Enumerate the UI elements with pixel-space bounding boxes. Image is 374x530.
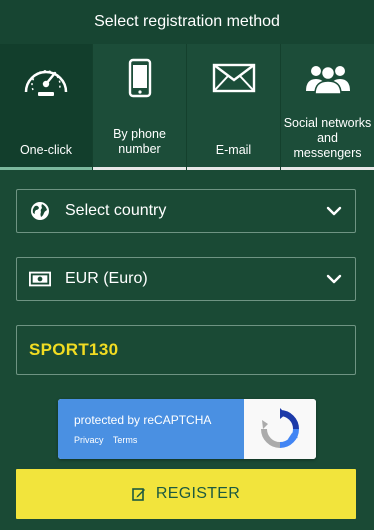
recaptcha-title: protected by reCAPTCHA [74,413,212,427]
tab-label: One-click [19,143,73,157]
tab-underline [187,167,280,170]
tab-underline [93,167,186,170]
banknote-icon [29,268,51,290]
recaptcha-privacy-link[interactable]: Privacy [74,435,104,445]
register-label: REGISTER [155,485,241,502]
tab-email[interactable]: E-mail [187,44,281,170]
country-value: Select country [65,202,167,219]
recaptcha-badge: protected by reCAPTCHA Privacy Terms [58,399,244,459]
tab-underline [281,167,374,170]
tab-one-click[interactable]: One-click [0,44,93,170]
registration-header: Select registration method [0,0,374,44]
tab-label: E-mail [215,143,252,157]
currency-select[interactable]: EUR (Euro) [16,257,356,301]
tab-social-networks[interactable]: Social networks and messengers [281,44,374,170]
recaptcha-logo-icon [244,399,316,459]
people-icon [281,56,374,100]
recaptcha-widget[interactable]: protected by reCAPTCHA Privacy Terms [58,399,316,459]
tab-underline [0,167,92,170]
tab-label: By phone number [113,127,166,156]
envelope-icon [187,56,280,100]
speedometer-icon [0,56,92,100]
page-title: Select registration method [94,13,280,30]
chevron-down-icon [326,206,342,216]
promo-code-input[interactable]: SPORT130 [16,325,356,375]
currency-value: EUR (Euro) [65,270,148,287]
phone-icon [93,56,186,100]
tab-label: Social networks and messengers [283,116,372,160]
recaptcha-links: Privacy Terms [74,435,144,445]
registration-method-tabs: One-click By phone number E-mail Social … [0,44,374,170]
tab-by-phone[interactable]: By phone number [93,44,187,170]
recaptcha-terms-link[interactable]: Terms [113,435,138,445]
promo-code-value: SPORT130 [29,340,119,359]
register-button[interactable]: REGISTER [16,469,356,519]
edit-icon [132,488,145,501]
country-select[interactable]: Select country [16,189,356,233]
chevron-down-icon [326,274,342,284]
globe-icon [29,200,51,222]
